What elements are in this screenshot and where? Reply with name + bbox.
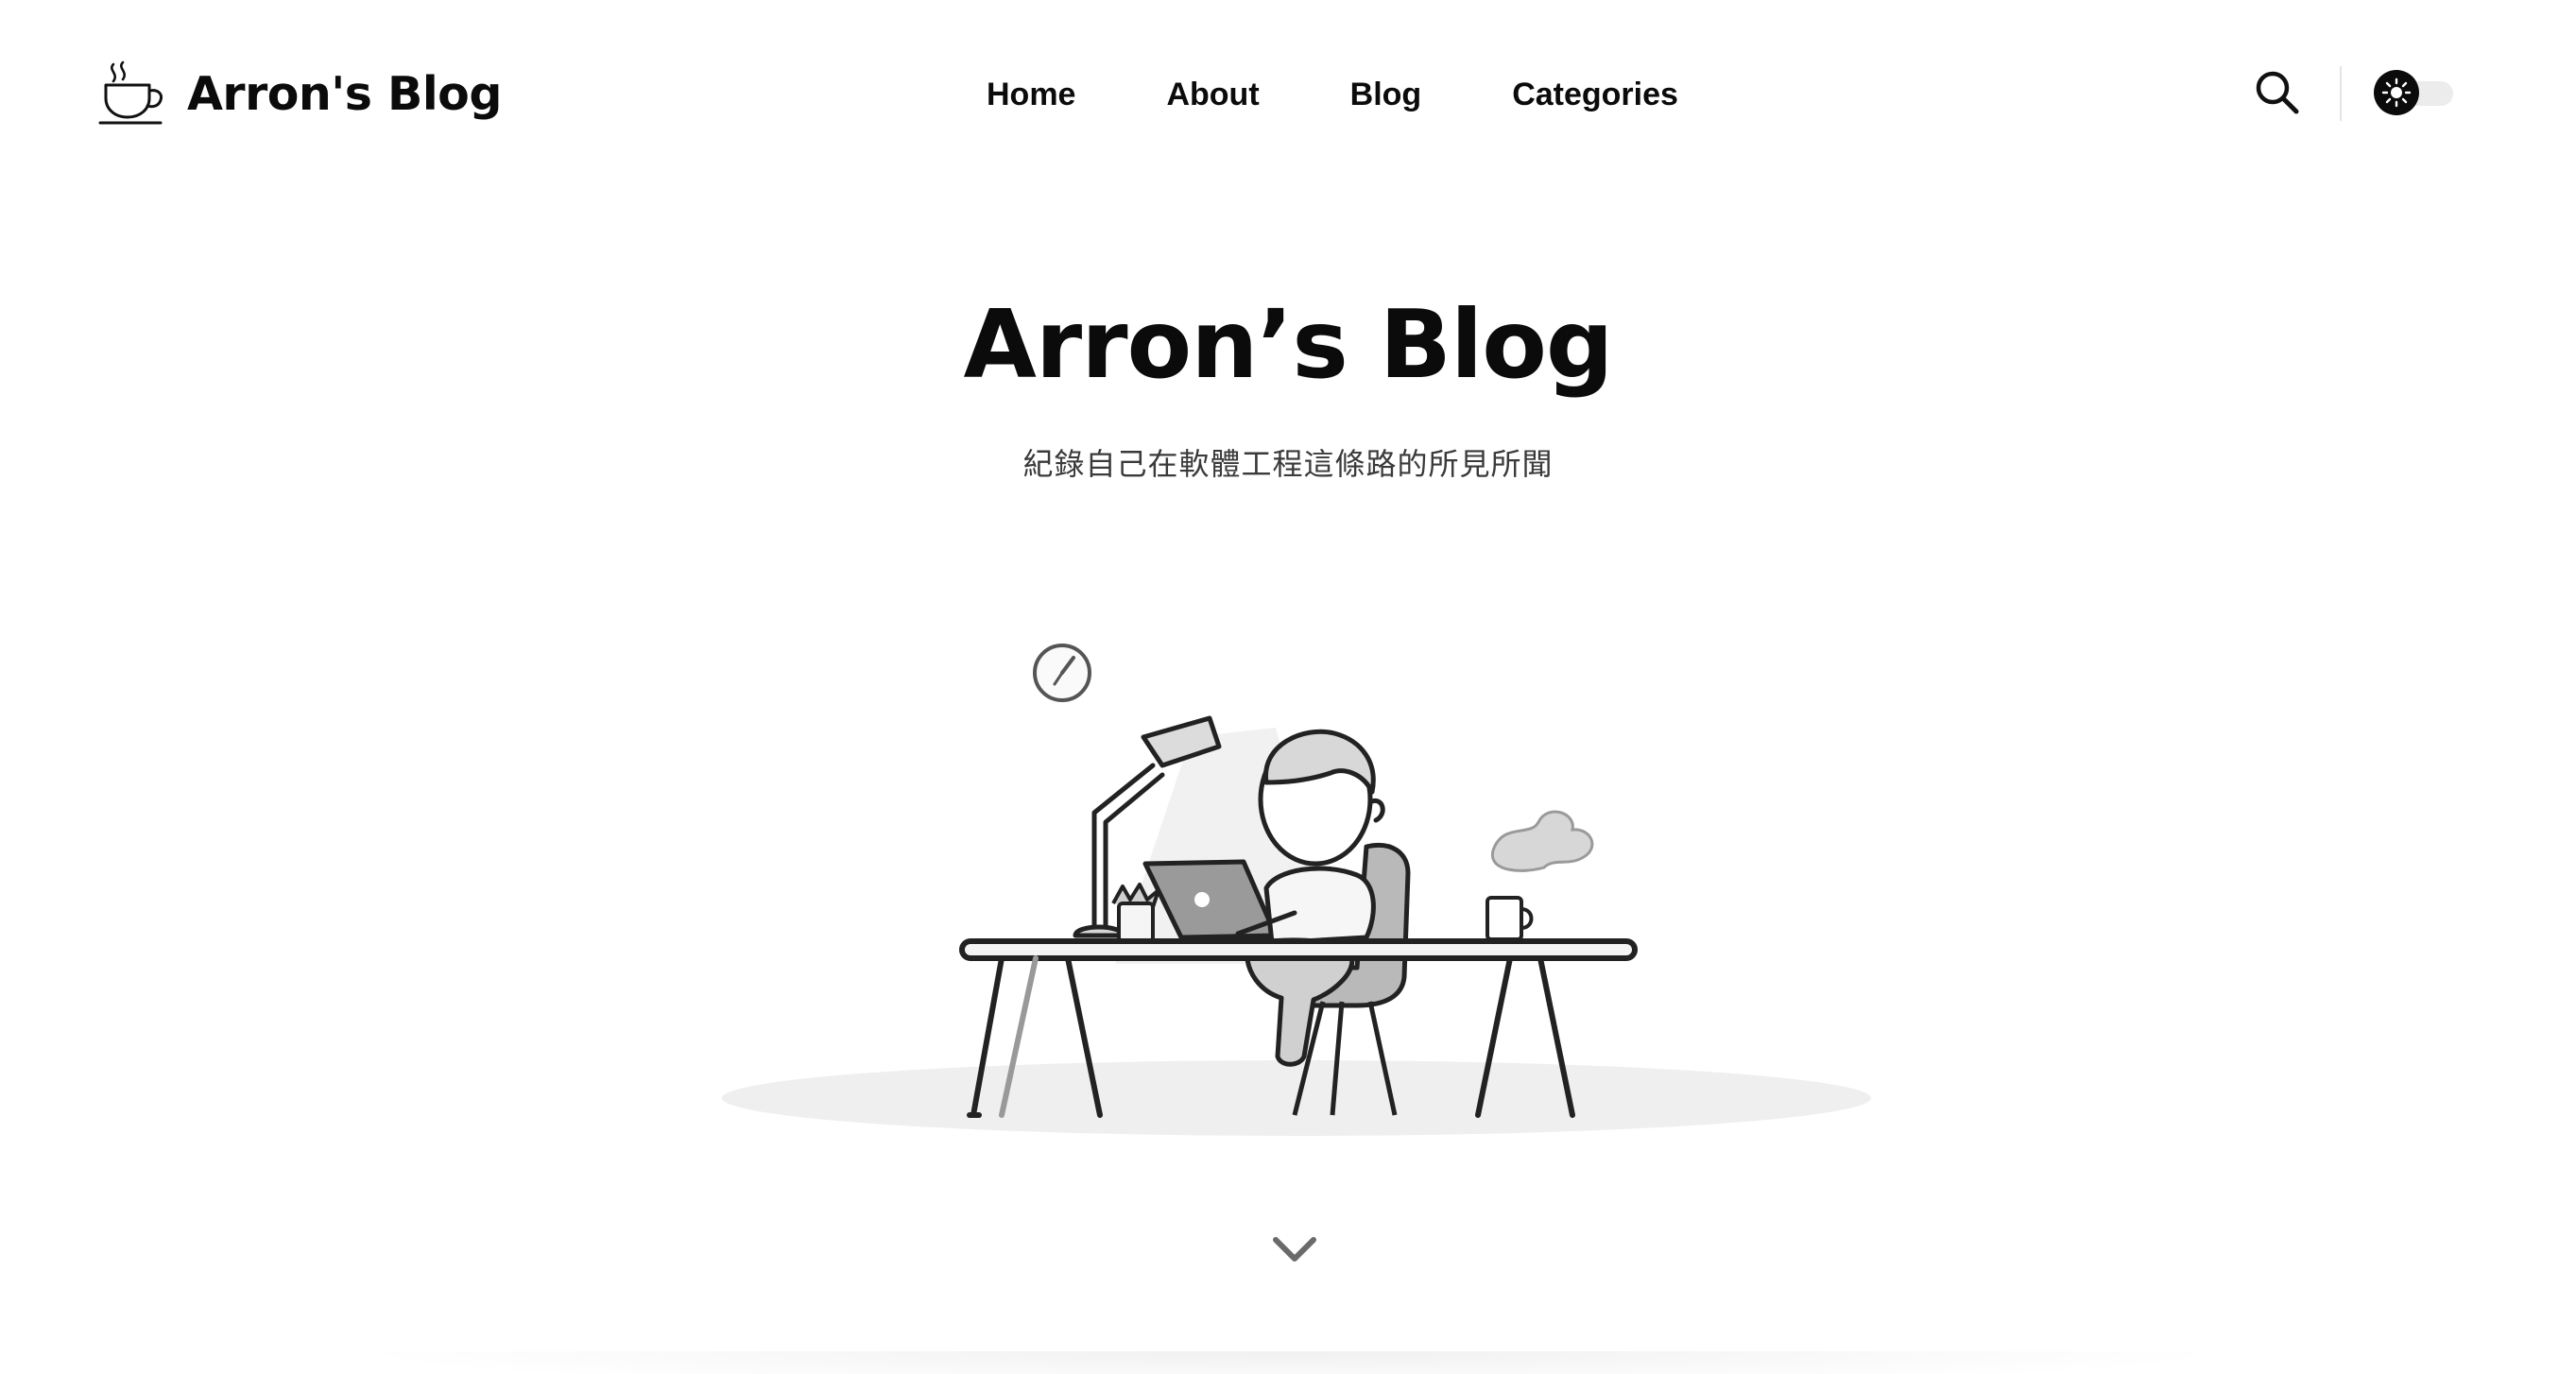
hero-title: Arron’s Blog [963,289,1613,400]
content-edge-shadow [340,1351,2240,1374]
scroll-down-button[interactable] [1268,1228,1321,1272]
nav-about[interactable]: About [1166,71,1259,119]
chevron-down-icon [1273,1237,1316,1262]
header-divider [2340,66,2342,121]
toggle-knob [2374,70,2419,115]
nav-blog[interactable]: Blog [1350,71,1422,119]
site-header: Arron's Blog Home About Blog Categories [0,0,2576,185]
search-icon [2256,71,2299,114]
coffee-mug [1485,896,1534,941]
clock-icon [1033,644,1091,702]
coffee-cup-icon [98,60,163,125]
logo-text: Arron's Blog [187,66,502,121]
main-nav: Home About Blog Categories [987,68,1678,121]
theme-toggle[interactable] [2374,70,2455,115]
desk-illustration [722,644,1871,1136]
nav-categories[interactable]: Categories [1512,71,1678,119]
search-button[interactable] [2251,66,2304,119]
site-logo[interactable]: Arron's Blog [98,60,502,127]
page: Arron's Blog Home About Blog Categories [0,0,2576,1374]
steam [1491,810,1594,872]
nav-home[interactable]: Home [987,71,1075,119]
sun-icon [2381,77,2412,108]
hero-subtitle: 紀錄自己在軟體工程這條路的所見所聞 [1022,446,1554,482]
